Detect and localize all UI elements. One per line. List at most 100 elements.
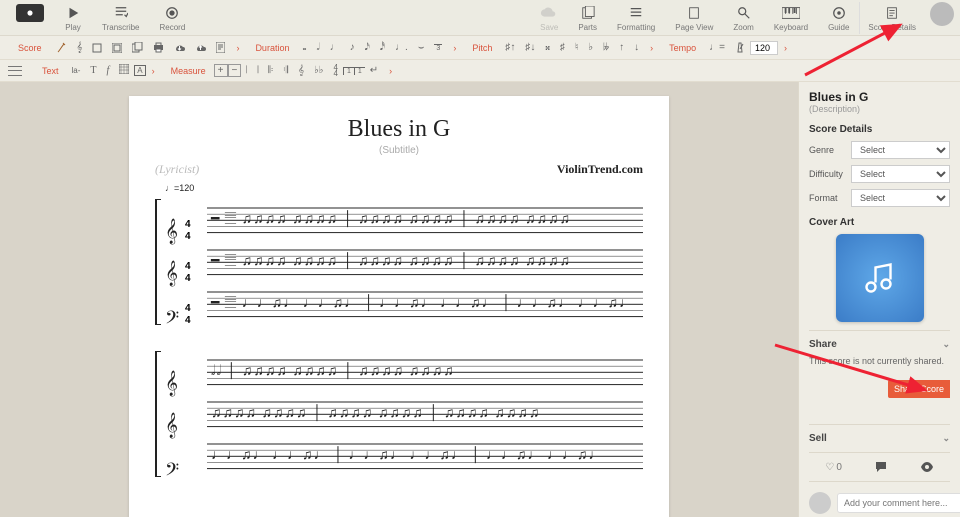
print-tool[interactable] (148, 36, 169, 59)
chevron-right-icon[interactable]: › (146, 66, 161, 76)
chevron-right-icon[interactable]: › (778, 43, 793, 53)
lyricist-field[interactable]: (Lyricist) (155, 162, 199, 177)
time-change[interactable]: 44 (329, 65, 343, 77)
italic-tool[interactable]: f (102, 65, 115, 76)
menu-icon[interactable] (8, 66, 22, 76)
copy-tool[interactable] (127, 36, 148, 59)
group-score-label: Score (18, 43, 42, 53)
comment-avatar (809, 492, 831, 514)
text-tool[interactable]: T (85, 65, 101, 76)
half-note[interactable]: 𝅗𝅥 (311, 36, 324, 59)
cover-art[interactable] (836, 234, 924, 322)
doubleflat[interactable]: 𝄫 (598, 36, 614, 59)
file-tool[interactable] (211, 36, 230, 59)
comment-icon (875, 461, 887, 473)
volta2[interactable]: 1 (354, 67, 365, 75)
cloud-icon (540, 4, 558, 22)
barline2[interactable]: 𝄁 (252, 65, 263, 76)
user-avatar[interactable] (930, 2, 954, 26)
save-button[interactable]: Save (530, 2, 568, 34)
add-measure[interactable]: + (214, 64, 228, 77)
box-tool[interactable] (87, 36, 107, 59)
repeat-start[interactable]: 𝄆 (263, 65, 278, 76)
views-stat[interactable] (920, 462, 934, 472)
chevron-right-icon[interactable]: › (383, 66, 398, 76)
genre-label: Genre (809, 145, 851, 155)
doublesharp[interactable]: 𝄪 (540, 36, 555, 59)
sharp-up[interactable]: ♯↑ (500, 36, 520, 59)
upload-tool[interactable] (190, 36, 211, 59)
frame-tool[interactable] (107, 36, 127, 59)
sheet-canvas: Blues in G (Subtitle) (Lyricist) ViolinT… (0, 82, 798, 517)
octave-up[interactable]: ↑ (614, 36, 629, 59)
system-2[interactable]: 𝄞 𝅗𝅥𝅗𝅥 │ ♫♫♫♫ ♫♫♫♫ │ ♫♫♫♫ ♫♫♫♫ 𝄞 ♫♫♫♫ ♫♫… (155, 351, 643, 477)
tempo-marking[interactable]: ♩=120 (165, 183, 643, 193)
record-button[interactable]: Record (150, 2, 196, 34)
tuplet-tool[interactable]: 3 (429, 36, 447, 59)
record-icon (163, 4, 181, 22)
difficulty-label: Difficulty (809, 169, 851, 179)
sixteenth-note[interactable]: 𝅘𝅥𝅯 (360, 36, 375, 59)
quarter-note[interactable]: ♩ (325, 36, 345, 59)
panel-description[interactable]: (Description) (809, 104, 950, 114)
remove-measure[interactable]: − (228, 64, 242, 77)
score-details-button[interactable]: Score Details (859, 2, 924, 34)
comment-input[interactable] (837, 493, 960, 513)
chevron-right-icon[interactable]: › (447, 43, 462, 53)
chevron-down-icon[interactable]: ⌄ (942, 433, 950, 444)
chevron-right-icon[interactable]: › (644, 43, 659, 53)
octave-down[interactable]: ↓ (629, 36, 644, 59)
formatting-button[interactable]: Formatting (607, 2, 665, 34)
sheet-subtitle[interactable]: (Subtitle) (155, 145, 643, 156)
guide-icon (830, 4, 848, 22)
comments-stat[interactable] (875, 461, 887, 473)
barline1[interactable]: 𝄀𝄀 (241, 65, 252, 76)
tempo-note[interactable]: ♩= (704, 36, 730, 59)
textA-tool[interactable]: A (134, 65, 145, 76)
transcribe-button[interactable]: Transcribe (92, 2, 150, 34)
volta1[interactable]: 1 (343, 67, 354, 75)
whole-note[interactable]: 𝅝 (297, 36, 311, 59)
lyric-tool[interactable]: la- (67, 66, 86, 75)
flat[interactable]: ♭ (583, 36, 598, 59)
clef-change[interactable]: 𝄞 (293, 65, 309, 76)
details-heading: Score Details (809, 124, 950, 135)
share-score-button[interactable]: Share Score (888, 380, 950, 398)
third-toolbar: Text la- T f A › Measure + − 𝄀𝄀 𝄁 𝄆 𝄇 𝄞 … (0, 60, 960, 82)
likes-stat[interactable]: ♡0 (825, 462, 842, 473)
keyboard-button[interactable]: Keyboard (764, 2, 818, 34)
eighth-note[interactable]: ♪ (345, 36, 360, 59)
genre-select[interactable]: Select (851, 141, 950, 159)
difficulty-select[interactable]: Select (851, 165, 950, 183)
guide-button[interactable]: Guide (818, 2, 859, 34)
chevron-down-icon[interactable]: ⌄ (942, 339, 950, 350)
pageview-button[interactable]: Page View (665, 2, 723, 34)
music-sheet[interactable]: Blues in G (Subtitle) (Lyricist) ViolinT… (129, 96, 669, 517)
cover-heading: Cover Art (809, 217, 950, 228)
thirtysecond-note[interactable]: 𝅘𝅥𝅰 (375, 36, 390, 59)
app-logo[interactable] (6, 2, 54, 24)
instrument-tool[interactable] (50, 36, 72, 59)
system-1[interactable]: 𝄞44 ━ 𝄚 ♫♫♫♫ ♫♫♫♫ │ ♫♫♫♫ ♫♫♫♫ │ ♫♫♫♫ ♫♫♫… (155, 199, 643, 325)
download-tool[interactable] (169, 36, 190, 59)
repeat-end[interactable]: 𝄇 (278, 65, 293, 76)
dot-tool[interactable]: ♩. (390, 36, 413, 59)
chevron-right-icon[interactable]: › (230, 43, 245, 53)
parts-button[interactable]: Parts (568, 2, 607, 34)
composer-field[interactable]: ViolinTrend.com (557, 162, 643, 177)
format-select[interactable]: Select (851, 189, 950, 207)
zoom-button[interactable]: Zoom (723, 2, 763, 34)
chord-tool[interactable] (114, 64, 134, 77)
sharp[interactable]: ♯ (555, 36, 570, 59)
system-break[interactable]: ↵ (365, 65, 383, 76)
metronome-icon[interactable] (730, 36, 750, 59)
tempo-input[interactable] (750, 41, 778, 55)
clef-tool[interactable]: 𝄞 (72, 36, 88, 59)
sharp-down[interactable]: ♯↓ (520, 36, 540, 59)
play-button[interactable]: Play (54, 2, 92, 34)
key-change[interactable]: ♭♭ (309, 65, 328, 76)
tie-tool[interactable]: ⌣ (413, 36, 430, 59)
natural[interactable]: ♮ (570, 36, 584, 59)
sheet-title[interactable]: Blues in G (155, 116, 643, 143)
group-measure-label: Measure (171, 66, 206, 76)
